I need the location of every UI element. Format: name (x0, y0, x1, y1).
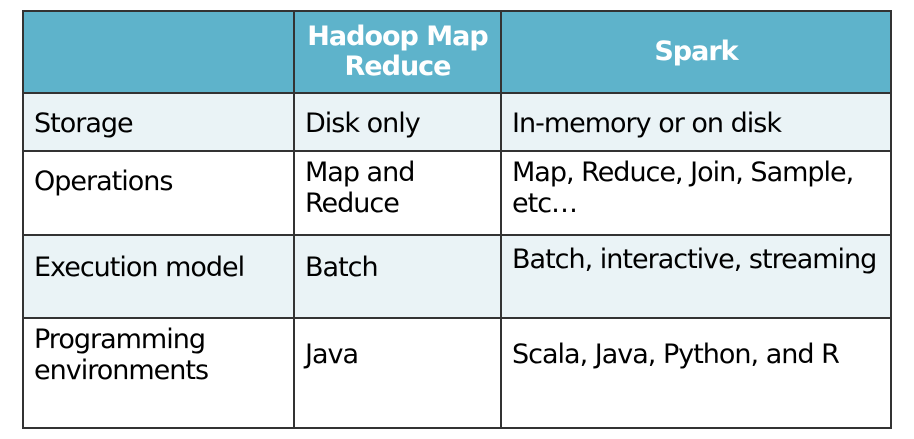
table-row: Storage Disk only In-memory or on disk (22, 92, 892, 152)
hadoop-cell: Java (293, 317, 502, 429)
hadoop-cell: Batch (293, 234, 502, 319)
hadoop-cell: Disk only (293, 92, 502, 152)
header-hadoop: Hadoop Map Reduce (293, 10, 502, 94)
spark-cell: Scala, Java, Python, and R (500, 317, 892, 429)
spark-cell: Batch, interactive, streaming (500, 234, 892, 319)
header-empty (22, 10, 295, 94)
table-row: Operations Map and Reduce Map, Reduce, J… (22, 150, 892, 236)
spark-cell: Map, Reduce, Join, Sample, etc… (500, 150, 892, 236)
table-row: Programming environments Java Scala, Jav… (22, 317, 892, 429)
table-row: Execution model Batch Batch, interactive… (22, 234, 892, 319)
header-spark: Spark (500, 10, 892, 94)
row-label: Storage (22, 92, 295, 152)
hadoop-cell: Map and Reduce (293, 150, 502, 236)
spark-cell: In-memory or on disk (500, 92, 892, 152)
row-label: Operations (22, 150, 295, 236)
row-label: Programming environments (22, 317, 295, 429)
row-label: Execution model (22, 234, 295, 319)
header-row: Hadoop Map Reduce Spark (22, 10, 892, 94)
comparison-table: Hadoop Map Reduce Spark Storage Disk onl… (22, 10, 892, 429)
